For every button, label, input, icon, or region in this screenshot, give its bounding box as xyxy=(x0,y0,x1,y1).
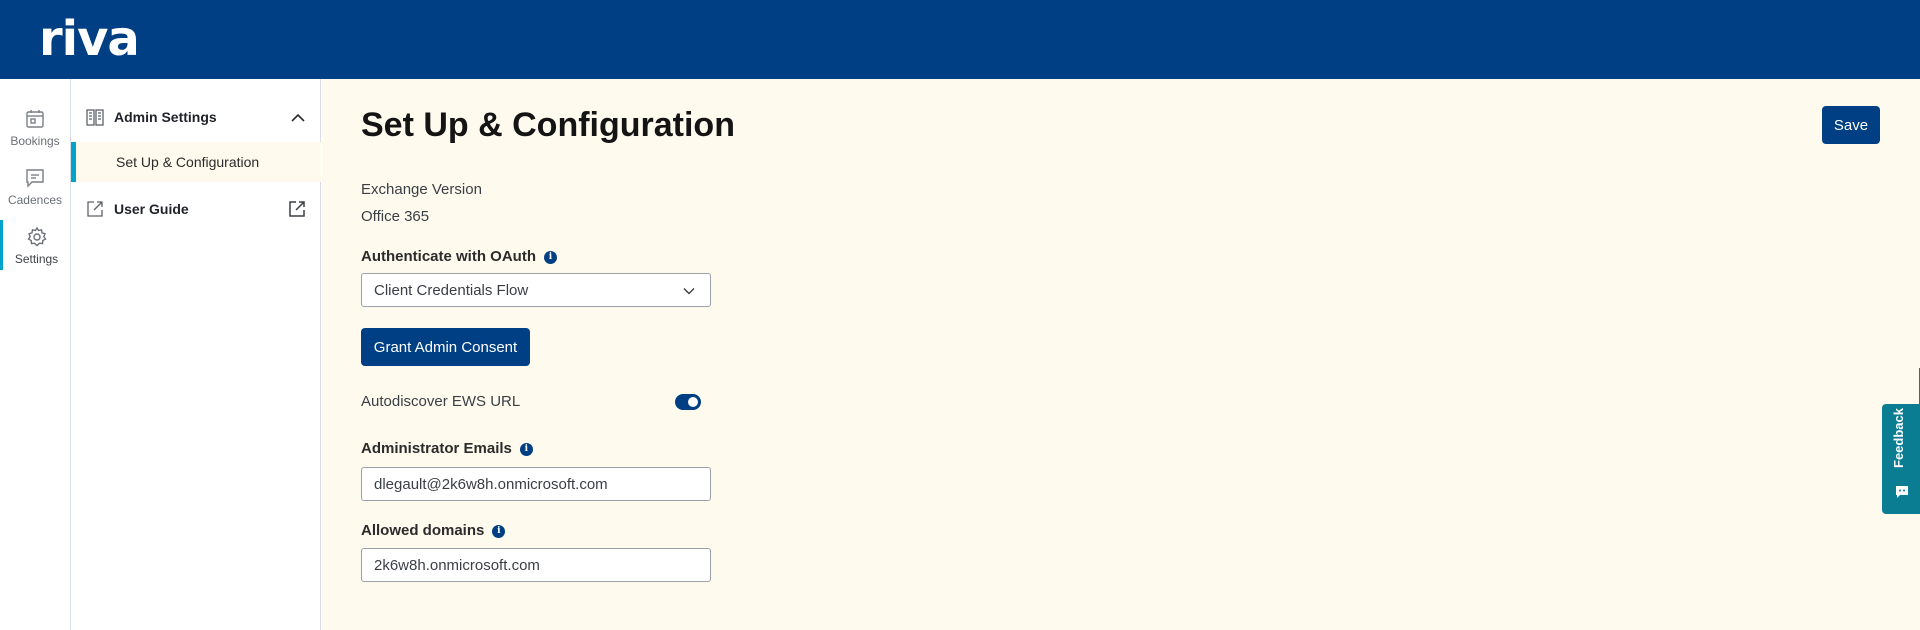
oauth-label-text: Authenticate with OAuth xyxy=(361,248,536,265)
chevron-up-icon[interactable] xyxy=(289,109,307,127)
info-icon[interactable]: i xyxy=(544,251,557,264)
exchange-version-value: Office 365 xyxy=(361,208,430,225)
oauth-label: Authenticate with OAuth i xyxy=(361,248,557,265)
message-icon xyxy=(26,169,44,188)
rail-item-cadences[interactable]: Cadences xyxy=(0,167,70,223)
rail-label-settings: Settings xyxy=(14,252,59,266)
rail-item-bookings[interactable]: Bookings xyxy=(0,108,70,164)
top-bar: riva xyxy=(0,0,1920,79)
grant-admin-consent-button[interactable]: Grant Admin Consent xyxy=(361,328,530,366)
oauth-select-value: Client Credentials Flow xyxy=(374,282,529,299)
main-content: Set Up & Configuration Save Exchange Ver… xyxy=(322,79,1920,630)
settings-sidenav: Admin Settings Set Up & Configuration Us… xyxy=(71,79,321,630)
autodiscover-label: Autodiscover EWS URL xyxy=(361,393,521,410)
rail-label-cadences: Cadences xyxy=(7,193,63,207)
chevron-down-icon xyxy=(683,288,695,295)
feedback-label: Feedback xyxy=(1891,408,1906,468)
nav-user-guide-label: User Guide xyxy=(114,201,189,217)
gear-icon xyxy=(26,226,47,247)
allowed-domains-input[interactable] xyxy=(361,548,711,582)
info-icon[interactable]: i xyxy=(492,525,506,538)
chat-icon xyxy=(1896,486,1908,498)
rail-item-settings[interactable]: Settings xyxy=(0,220,70,270)
icon-rail: Bookings Cadences Settings xyxy=(0,79,71,630)
nav-admin-settings[interactable]: Admin Settings xyxy=(71,101,321,135)
info-icon[interactable]: i xyxy=(519,443,533,456)
save-button[interactable]: Save xyxy=(1822,106,1880,144)
allowed-domains-label-text: Allowed domains xyxy=(361,522,485,539)
calendar-icon xyxy=(26,110,44,128)
rail-label-bookings: Bookings xyxy=(10,134,60,148)
oauth-select[interactable]: Client Credentials Flow xyxy=(361,273,711,307)
building-icon xyxy=(86,109,104,126)
nav-setup-configuration-label: Set Up & Configuration xyxy=(116,154,260,170)
admin-emails-input[interactable] xyxy=(361,467,711,501)
open-link-icon xyxy=(87,201,103,217)
allowed-domains-label: Allowed domains i xyxy=(361,522,506,539)
page-title: Set Up & Configuration xyxy=(361,106,735,144)
exchange-version-label: Exchange Version xyxy=(361,181,482,198)
autodiscover-toggle[interactable] xyxy=(675,394,701,410)
admin-emails-label-text: Administrator Emails xyxy=(361,440,512,457)
feedback-tab[interactable]: Feedback xyxy=(1882,404,1920,514)
nav-setup-configuration[interactable]: Set Up & Configuration xyxy=(71,142,321,182)
riva-logo[interactable]: riva xyxy=(39,15,140,63)
external-link-icon[interactable] xyxy=(287,199,307,219)
nav-user-guide[interactable]: User Guide xyxy=(71,191,321,225)
admin-emails-label: Administrator Emails i xyxy=(361,440,533,457)
nav-admin-settings-label: Admin Settings xyxy=(114,109,217,125)
